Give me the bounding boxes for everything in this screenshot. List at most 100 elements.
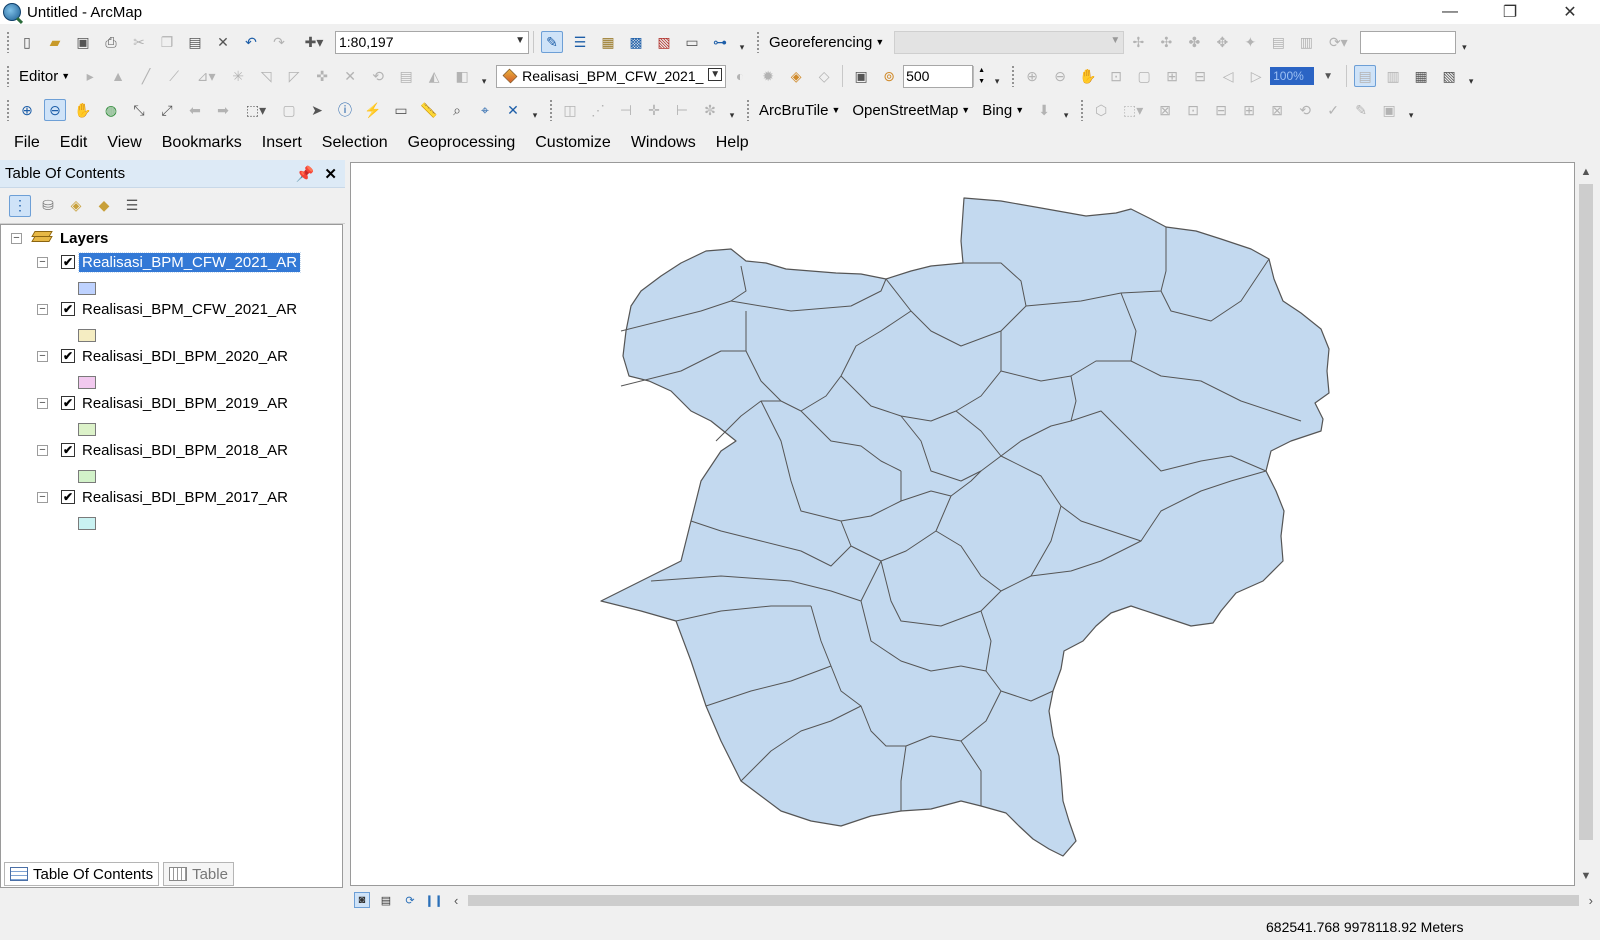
next-extent-icon[interactable]: ▷ xyxy=(1245,65,1267,87)
full-extent-icon[interactable]: ◍ xyxy=(100,99,122,121)
toolbar-grip[interactable] xyxy=(549,99,553,121)
menu-view[interactable]: View xyxy=(97,130,151,156)
rotate-element-icon[interactable]: ⟲ xyxy=(1294,99,1316,121)
layer-row[interactable]: − ✔ Realisasi_BPM_CFW_2021_AR xyxy=(37,298,300,320)
catalog-icon[interactable]: ▦ xyxy=(597,31,619,53)
list-by-source-icon[interactable]: ⛁ xyxy=(37,195,59,217)
edit-annotation-icon[interactable]: ▲ xyxy=(107,65,129,87)
end-point-arc-icon[interactable]: ⟋ xyxy=(163,65,185,87)
graphics-icon[interactable]: ▣ xyxy=(1378,99,1400,121)
horizontal-scrollbar[interactable]: ‹ › xyxy=(452,891,1595,909)
rotate-tool-icon[interactable]: ⟲ xyxy=(367,65,389,87)
refresh-icon[interactable]: ⟳ xyxy=(402,892,418,908)
close-icon[interactable]: ✕ xyxy=(324,165,337,183)
arcbrutile-menu[interactable]: ArcBruTile ▼ xyxy=(753,102,846,119)
editor-toolbar-icon[interactable]: ✎ xyxy=(541,31,563,53)
scrollbar-thumb[interactable] xyxy=(1579,184,1593,840)
collapse-icon[interactable]: − xyxy=(37,444,48,456)
toolbar-overflow-icon[interactable]: ▾ xyxy=(727,99,737,121)
target-layer-combo[interactable]: Realisasi_BPM_CFW_2021_ ▼ xyxy=(496,64,727,88)
layer-name[interactable]: Realisasi_BDI_BPM_2018_AR xyxy=(79,441,291,460)
change-layout-icon[interactable]: ▦ xyxy=(1410,65,1432,87)
identify-icon[interactable]: ⓘ xyxy=(334,99,356,121)
minimize-button[interactable]: — xyxy=(1420,0,1480,24)
open-folder-icon[interactable]: ▰ xyxy=(44,31,66,53)
nudge-icon[interactable]: ⊠ xyxy=(1266,99,1288,121)
restore-button[interactable]: ❐ xyxy=(1480,0,1540,24)
find-route-icon[interactable]: ⌖ xyxy=(474,99,496,121)
scroll-up-icon[interactable]: ▲ xyxy=(1581,166,1592,178)
cross-icon[interactable]: ✛ xyxy=(643,99,665,121)
fixed-zoom-out-icon[interactable]: ⊟ xyxy=(1189,65,1211,87)
add-control-points-icon[interactable]: ✢ xyxy=(1127,31,1149,53)
go-back-icon[interactable]: ⬅ xyxy=(184,99,206,121)
toolbar-grip[interactable] xyxy=(746,99,750,121)
download-icon[interactable]: ⬇ xyxy=(1033,99,1055,121)
extend-icon[interactable]: ⊢ xyxy=(671,99,693,121)
list-by-selection-icon[interactable]: ◆ xyxy=(93,195,115,217)
effects-icon[interactable]: ◈ xyxy=(785,65,807,87)
toolbar-grip[interactable] xyxy=(1080,99,1085,121)
point-icon[interactable]: ✳ xyxy=(227,65,249,87)
pan-icon[interactable]: ✋ xyxy=(72,99,94,121)
toggle-draft-mode-icon[interactable]: ▤ xyxy=(1354,65,1377,87)
group-icon[interactable]: ⊟ xyxy=(1210,99,1232,121)
layer-symbol-swatch[interactable] xyxy=(78,423,96,436)
straight-segment-icon[interactable]: ╱ xyxy=(135,65,157,87)
menu-selection[interactable]: Selection xyxy=(312,130,398,156)
rotate-icon[interactable]: ✣ xyxy=(1155,31,1177,53)
toolbar-grip[interactable] xyxy=(6,65,10,87)
layer-symbol-swatch[interactable] xyxy=(78,376,96,389)
pin-icon[interactable]: 📌 xyxy=(296,165,315,183)
measure-icon[interactable]: 📏 xyxy=(418,99,440,121)
print-icon[interactable]: ⎙ xyxy=(100,31,122,53)
select-elements-icon[interactable]: ➤ xyxy=(306,99,328,121)
add-data-icon[interactable]: ✚▾ xyxy=(296,31,332,53)
layout-zoom-percent[interactable]: 100% xyxy=(1270,67,1315,85)
html-popup-icon[interactable]: ▭ xyxy=(390,99,412,121)
view-link-table-icon[interactable]: ▤ xyxy=(1267,31,1289,53)
order-icon[interactable]: ⊞ xyxy=(1238,99,1260,121)
reshape-icon[interactable]: ◸ xyxy=(283,65,305,87)
zoom-level-icon[interactable]: ⊚ xyxy=(878,65,900,87)
chevron-down-icon[interactable]: ▼ xyxy=(1317,65,1339,87)
map-canvas[interactable] xyxy=(351,163,1576,887)
table-of-contents-icon[interactable]: ☰ xyxy=(569,31,591,53)
save-icon[interactable]: ▣ xyxy=(72,31,94,53)
hyperlink-icon[interactable]: ⚡ xyxy=(362,99,384,121)
options-icon[interactable]: ☰ xyxy=(121,195,143,217)
generalize-icon[interactable]: ✼ xyxy=(699,99,721,121)
select-features-icon[interactable]: ⬚▾ xyxy=(240,99,272,121)
collapse-icon[interactable]: − xyxy=(37,303,48,315)
layer-name[interactable]: Realisasi_BDI_BPM_2020_AR xyxy=(79,347,291,366)
copy-icon[interactable]: ❐ xyxy=(156,31,178,53)
zoom-in-icon[interactable]: ⊕ xyxy=(16,99,38,121)
map-topology-icon[interactable]: ⋰ xyxy=(587,99,609,121)
menu-geoprocessing[interactable]: Geoprocessing xyxy=(398,130,526,156)
layer-symbol-swatch[interactable] xyxy=(78,470,96,483)
tab-table-of-contents[interactable]: Table Of Contents xyxy=(4,862,160,886)
layer-visibility-checkbox[interactable]: ✔ xyxy=(61,302,75,316)
zoom-value-input[interactable]: 500 xyxy=(903,64,974,88)
editor-menu[interactable]: Editor ▼ xyxy=(13,68,76,85)
find-icon[interactable]: ⌕ xyxy=(446,99,468,121)
sketch-properties-icon[interactable]: ◭ xyxy=(423,65,445,87)
previous-extent-icon[interactable]: ◁ xyxy=(1217,65,1239,87)
refresh-icon[interactable]: ⟳▾ xyxy=(1323,31,1353,53)
validate-icon[interactable]: ✓ xyxy=(1322,99,1344,121)
toolbar-overflow-icon[interactable]: ▾ xyxy=(479,65,489,87)
spin-up-icon[interactable]: ▲ xyxy=(974,65,990,76)
menu-edit[interactable]: Edit xyxy=(50,130,98,156)
menu-bookmarks[interactable]: Bookmarks xyxy=(152,130,252,156)
snap-icon[interactable]: ⊣ xyxy=(615,99,637,121)
layer-row[interactable]: − ✔ Realisasi_BDI_BPM_2018_AR xyxy=(37,439,291,461)
model-builder-icon[interactable]: ⊶ xyxy=(709,31,731,53)
delete-icon[interactable]: ✕ xyxy=(212,31,234,53)
layer-name[interactable]: Realisasi_BDI_BPM_2017_AR xyxy=(79,488,291,507)
layer-row[interactable]: − ✔ Realisasi_BDI_BPM_2017_AR xyxy=(37,486,291,508)
toolbar-overflow-icon[interactable]: ▾ xyxy=(1466,65,1476,87)
layout-view-icon[interactable]: ▤ xyxy=(378,892,394,908)
layer-name[interactable]: Realisasi_BDI_BPM_2019_AR xyxy=(79,394,291,413)
map-view[interactable] xyxy=(350,162,1575,886)
transparency-icon[interactable]: ◇ xyxy=(813,65,835,87)
